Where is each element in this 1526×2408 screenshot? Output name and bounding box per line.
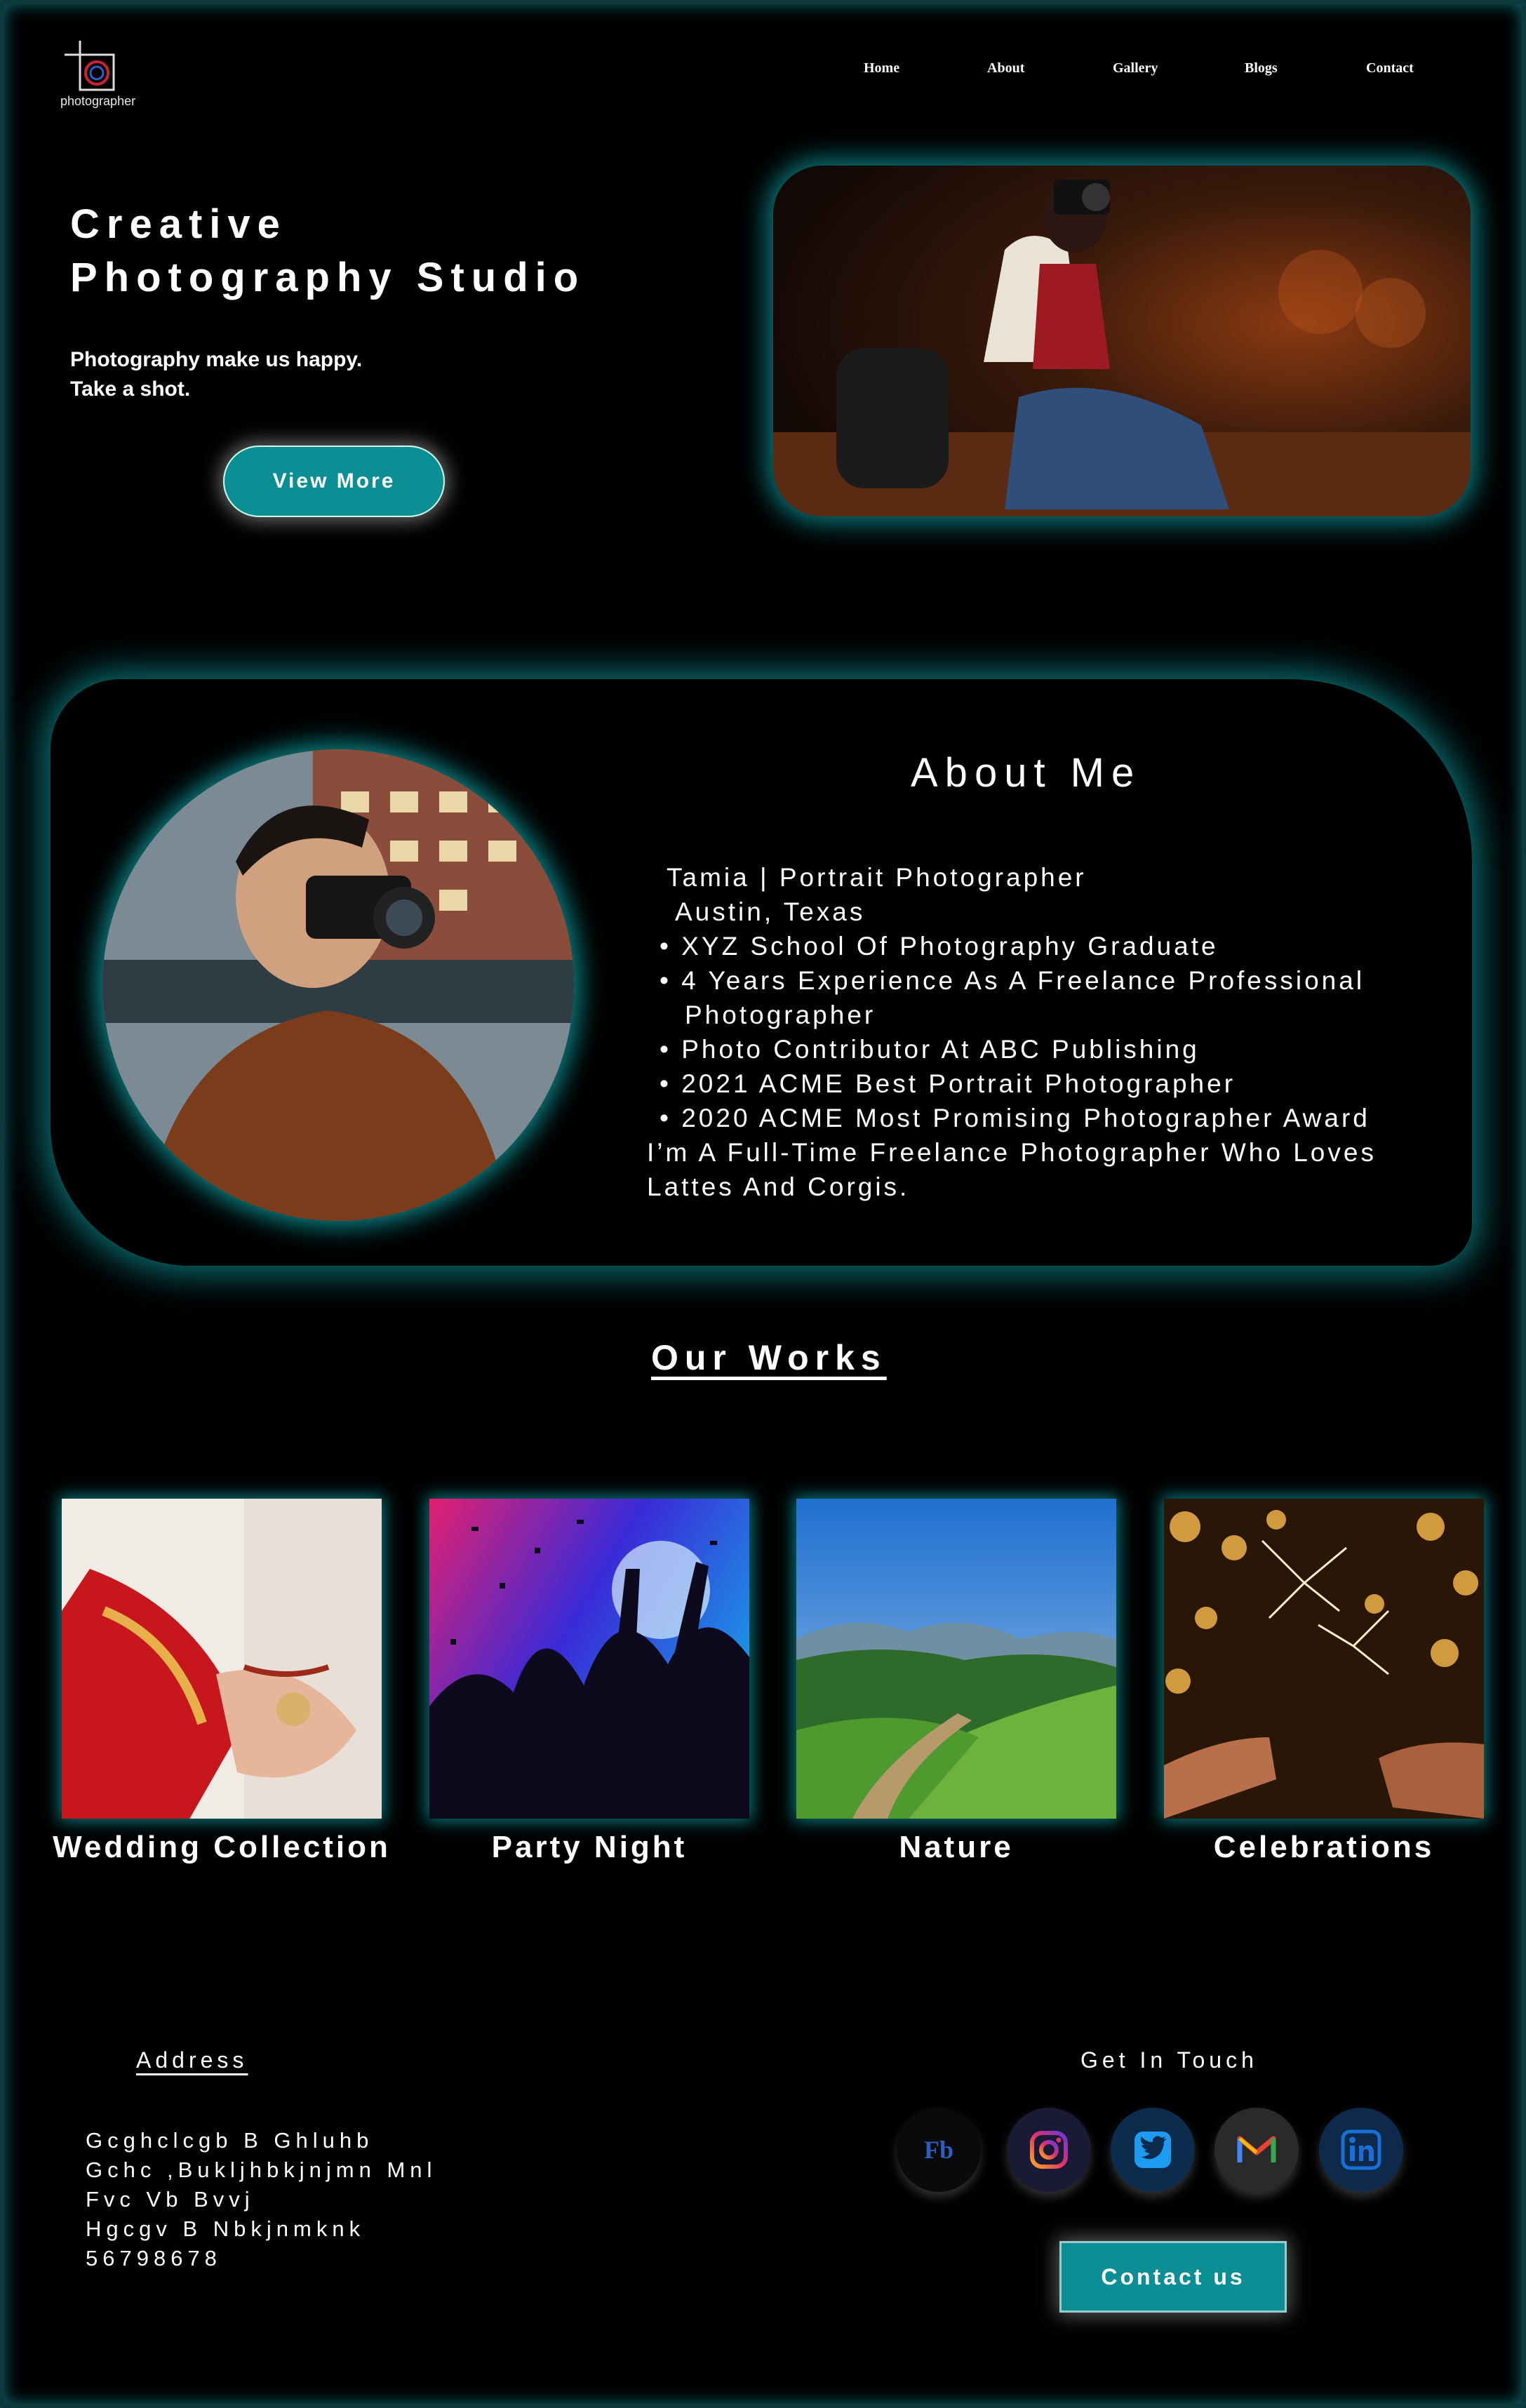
work-label-party: Party Night [491, 1830, 688, 1864]
work-label-celebrations: Celebrations [1213, 1830, 1435, 1864]
work-label-nature: Nature [899, 1830, 1014, 1864]
address-title: Address [136, 2047, 248, 2073]
about-photographer-image [102, 749, 574, 1221]
nav-blogs[interactable]: Blogs [1245, 60, 1278, 76]
nav-gallery[interactable]: Gallery [1113, 60, 1158, 76]
facebook-icon-text: Fb [923, 2136, 953, 2164]
about-bullet: • 4 Years Experience As A Freelance Prof… [660, 966, 1365, 995]
hero-subtitle: Photography make us happy. Take a shot. [70, 345, 362, 404]
hero-subtitle-line1: Photography make us happy. [70, 348, 363, 371]
about-bullet: • 2020 ACME Most Promising Photographer … [660, 1104, 1370, 1132]
about-bio-cont: Lattes And Corgis. [647, 1172, 910, 1201]
work-party-image[interactable] [429, 1499, 749, 1819]
works-title: Our Works [651, 1338, 887, 1377]
about-bullet: • XYZ School Of Photography Graduate [660, 932, 1219, 961]
gmail-icon[interactable] [1214, 2108, 1299, 2192]
address-line: Fvc Vb Bvvj [86, 2187, 255, 2212]
linkedin-icon[interactable] [1319, 2108, 1403, 2192]
address-line: Hgcgv B Nbkjnmknk [86, 2216, 366, 2241]
address-block: Gcghclcgb B Ghluhb Gchc ,Bukljhbkjnjmn M… [86, 2126, 436, 2273]
hero-title-line1: Creative [70, 201, 287, 247]
get-in-touch-title: Get In Touch [1080, 2047, 1258, 2073]
contact-us-button[interactable]: Contact us [1059, 2241, 1287, 2313]
work-celebrations-image[interactable] [1164, 1499, 1484, 1819]
hero-photographer-image [773, 166, 1471, 516]
twitter-icon[interactable] [1111, 2108, 1195, 2192]
nav-home[interactable]: Home [864, 60, 899, 76]
work-wedding-image[interactable] [62, 1499, 382, 1819]
facebook-icon[interactable]: Fb [897, 2108, 981, 2192]
address-line: 56798678 [86, 2246, 222, 2270]
hero-subtitle-line2: Take a shot. [70, 377, 191, 401]
address-line: Gcghclcgb B Ghluhb [86, 2128, 374, 2153]
about-name: Tamia | Portrait Photographer [667, 863, 1087, 892]
instagram-icon[interactable] [1007, 2108, 1091, 2192]
logo-text: photographer [60, 94, 136, 108]
view-more-button[interactable]: View More [223, 446, 445, 517]
address-line: Gchc ,Bukljhbkjnjmn Mnl [86, 2158, 437, 2182]
about-bullet: • 2021 ACME Best Portrait Photographer [660, 1069, 1236, 1098]
about-bullet-cont: Photographer [685, 1001, 876, 1029]
about-bio: I’m A Full-Time Freelance Photographer W… [647, 1138, 1377, 1167]
about-location: Austin, Texas [675, 897, 866, 926]
about-bullet: • Photo Contributor At ABC Publishing [660, 1035, 1200, 1064]
work-nature-image[interactable] [796, 1499, 1116, 1819]
work-label-wedding: Wedding Collection [53, 1830, 391, 1864]
nav-about[interactable]: About [987, 60, 1024, 76]
hero-title: Creative Photography Studio [70, 198, 585, 305]
hero-title-line2: Photography Studio [70, 255, 586, 300]
about-title: About Me [911, 750, 1142, 796]
nav-contact[interactable]: Contact [1366, 60, 1414, 76]
